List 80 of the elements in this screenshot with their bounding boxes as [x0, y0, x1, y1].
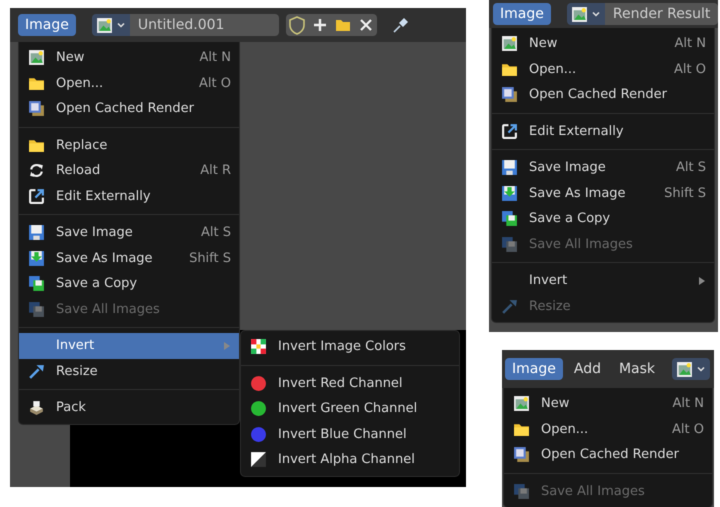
- shortcut-label: Alt N: [200, 50, 231, 66]
- menu-tab[interactable]: Add: [566, 358, 608, 380]
- floppy-disks-icon: [501, 210, 518, 228]
- menu-item[interactable]: Save a Copy: [19, 271, 239, 296]
- pin-icon[interactable]: [390, 15, 411, 35]
- shortcut-label: Alt O: [674, 62, 706, 77]
- shortcut-label: Alt N: [674, 36, 706, 52]
- checkerboard-icon: [250, 338, 267, 356]
- shortcut-label: Alt O: [672, 422, 704, 437]
- menu-item[interactable]: Open Cached Render: [19, 96, 239, 122]
- menu-item[interactable]: Invert Alpha Channel: [241, 447, 459, 472]
- image-icon: [501, 35, 518, 52]
- shortcut-label: Alt N: [672, 396, 704, 412]
- floppy-disks-icon: [513, 482, 530, 500]
- menu-item[interactable]: Reload Alt R: [19, 158, 239, 184]
- menu-item[interactable]: New Alt N: [504, 391, 712, 416]
- image-name-field[interactable]: Render Result: [604, 3, 718, 25]
- menu-item[interactable]: Replace: [19, 132, 239, 158]
- menu-item[interactable]: Edit Externally: [19, 184, 239, 209]
- circle-icon: [250, 426, 267, 443]
- chevron-down-icon: [696, 364, 706, 374]
- image-icon: [28, 49, 45, 66]
- shortcut-label: Shift S: [664, 186, 706, 201]
- refresh-icon: [28, 162, 45, 180]
- handle-icon: [28, 362, 45, 380]
- image-name-field[interactable]: Untitled.001: [130, 14, 279, 36]
- menu-item[interactable]: Resize: [19, 358, 239, 384]
- circle-icon: [250, 400, 267, 418]
- menu-item[interactable]: Open... Alt O: [492, 56, 714, 82]
- handle-icon: [501, 298, 518, 315]
- external-link-icon: [501, 122, 518, 140]
- image-browse-button[interactable]: [92, 14, 130, 36]
- menu-tab[interactable]: Mask: [612, 358, 662, 380]
- external-link-icon: [28, 188, 45, 205]
- stacked-pictures-icon: [513, 446, 530, 464]
- menu-item[interactable]: Pack: [19, 395, 239, 420]
- image-icon: [96, 16, 113, 34]
- shortcut-label: Alt R: [200, 163, 231, 178]
- menu-item[interactable]: Edit Externally: [492, 118, 714, 144]
- image-icon: [570, 6, 588, 22]
- menu-item[interactable]: New Alt N: [19, 45, 239, 70]
- submenu-arrow-icon: [223, 342, 231, 350]
- stacked-pictures-icon: [28, 100, 45, 118]
- image-browse-button[interactable]: [672, 358, 710, 380]
- menu-item[interactable]: Open... Alt O: [504, 416, 712, 442]
- chevron-down-icon: [590, 9, 601, 19]
- menu-item[interactable]: Save Image Alt S: [492, 155, 714, 180]
- shortcut-label: Alt S: [201, 225, 231, 240]
- menu-item[interactable]: Save Image Alt S: [19, 220, 239, 246]
- menu-item[interactable]: Save As Image Shift S: [19, 246, 239, 271]
- menu-item[interactable]: Invert Blue Channel: [241, 422, 459, 447]
- floppy-disks-icon: [501, 236, 518, 253]
- menu-item[interactable]: Invert: [19, 333, 239, 358]
- shortcut-label: Shift S: [189, 250, 231, 266]
- stacked-pictures-icon: [501, 86, 518, 104]
- floppy-disks-icon: [28, 275, 45, 292]
- menu-item[interactable]: Invert: [492, 268, 714, 294]
- shortcut-label: Alt S: [676, 160, 706, 176]
- menu-item[interactable]: Invert Green Channel: [241, 396, 459, 422]
- image-browse-button[interactable]: [566, 3, 605, 25]
- menu-tab[interactable]: Image: [18, 14, 76, 36]
- package-icon: [28, 399, 45, 416]
- menu-item[interactable]: Save As Image Shift S: [492, 180, 714, 206]
- menu-item[interactable]: Invert Image Colors: [241, 334, 459, 360]
- menu-item[interactable]: Invert Red Channel: [241, 370, 459, 396]
- floppy-disks-icon: [28, 300, 45, 318]
- menu-tab[interactable]: Image: [505, 358, 563, 380]
- chevron-down-icon: [116, 20, 126, 30]
- menu-tab[interactable]: Image: [493, 3, 551, 25]
- image-icon: [676, 360, 694, 378]
- circle-icon: [250, 374, 267, 392]
- split-square-icon: [250, 451, 267, 468]
- submenu-arrow-icon: [698, 276, 706, 285]
- menu-item[interactable]: Open Cached Render: [492, 82, 714, 108]
- shortcut-label: Alt O: [199, 76, 231, 91]
- menu-item[interactable]: Open... Alt O: [19, 70, 239, 96]
- menu-item[interactable]: Open Cached Render: [504, 442, 712, 468]
- menu-item[interactable]: New Alt N: [492, 31, 714, 56]
- menu-item[interactable]: Save a Copy: [492, 206, 714, 232]
- image-icon: [513, 395, 530, 412]
